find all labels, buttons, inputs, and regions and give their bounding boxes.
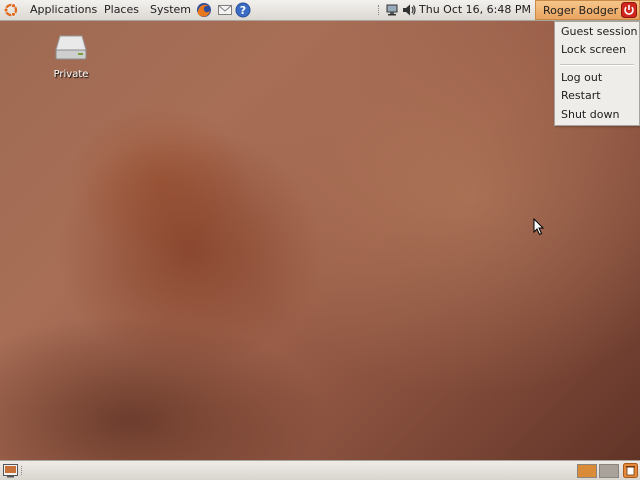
menu-system[interactable]: System [150,3,191,17]
menu-places[interactable]: Places [104,3,139,17]
menu-separator [560,64,634,66]
firefox-icon[interactable] [196,2,212,18]
desktop-icon-private[interactable]: Private [46,34,96,84]
trash-icon[interactable] [623,463,638,478]
volume-icon[interactable] [401,2,417,18]
mouse-pointer-icon [533,218,545,236]
desktop-icon-label: Private [53,69,89,80]
panel-separator [378,5,381,15]
workspace-1[interactable] [577,464,597,478]
ubuntu-logo-icon[interactable] [3,2,19,18]
user-menu: Guest session Lock screen Log out Restar… [554,21,640,126]
panel-handle[interactable] [21,466,24,475]
user-switcher-button[interactable]: Roger Bodger [535,0,640,20]
workspace-2[interactable] [599,464,619,478]
help-icon[interactable]: ? [235,2,251,18]
menu-item-log-out[interactable]: Log out [561,69,637,86]
clock[interactable]: Thu Oct 16, 6:48 PM [419,3,531,17]
svg-text:?: ? [240,4,246,17]
network-icon[interactable] [384,2,400,18]
power-icon[interactable] [621,2,637,18]
drive-icon [55,35,87,60]
desktop-background[interactable]: Applications Places System ? Thu Oct 16,… [0,0,640,480]
menu-item-guest-session[interactable]: Guest session [561,23,638,40]
menu-item-restart[interactable]: Restart [561,87,637,104]
mail-icon[interactable] [217,2,233,18]
show-desktop-icon[interactable] [3,463,18,478]
bottom-panel [0,460,640,480]
user-name: Roger Bodger [543,4,619,17]
menu-item-shut-down[interactable]: Shut down [561,106,637,123]
menu-applications[interactable]: Applications [30,3,97,17]
menu-item-lock-screen[interactable]: Lock screen [561,41,637,58]
top-panel: Applications Places System ? Thu Oct 16,… [0,0,640,21]
